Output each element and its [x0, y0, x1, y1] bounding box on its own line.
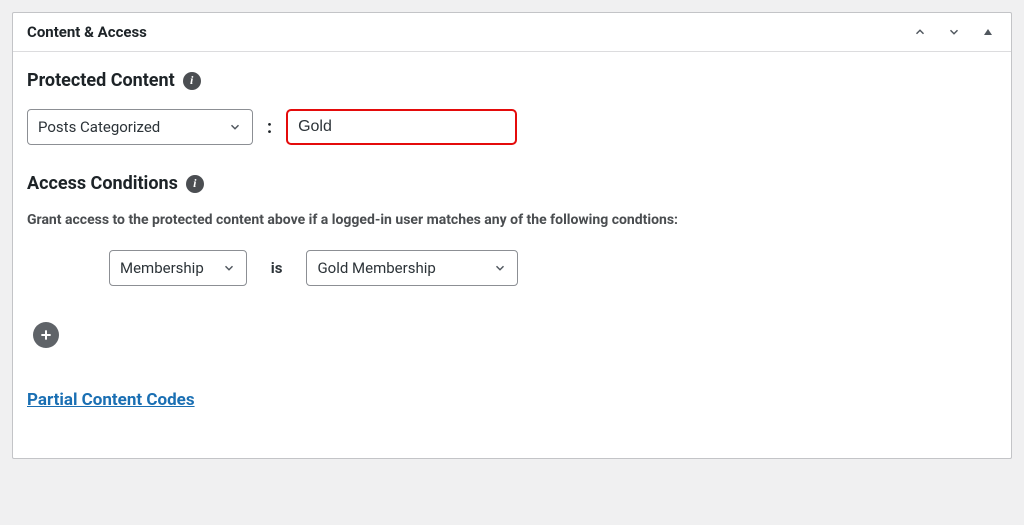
move-up-icon[interactable] [911, 23, 929, 41]
access-conditions-heading-text: Access Conditions [27, 173, 178, 194]
content-type-select-value: Posts Categorized [38, 118, 160, 136]
condition-operator: is [271, 259, 283, 277]
colon-separator: : [265, 117, 274, 138]
add-condition-button[interactable] [33, 322, 59, 348]
category-input[interactable] [286, 109, 517, 145]
content-type-select[interactable]: Posts Categorized [27, 109, 253, 145]
info-icon[interactable]: i [183, 72, 201, 90]
condition-field-value: Membership [120, 259, 204, 277]
condition-value-select[interactable]: Gold Membership [306, 250, 518, 286]
metabox-header-controls [911, 23, 997, 41]
protected-content-heading-text: Protected Content [27, 70, 175, 91]
content-access-metabox: Content & Access Protected Content i Pos… [12, 12, 1012, 459]
condition-value-text: Gold Membership [317, 259, 435, 277]
access-conditions-description: Grant access to the protected content ab… [27, 212, 997, 228]
chevron-down-icon [222, 261, 236, 275]
condition-field-select[interactable]: Membership [109, 250, 247, 286]
chevron-down-icon [493, 261, 507, 275]
metabox-header: Content & Access [13, 13, 1011, 52]
protected-content-row: Posts Categorized : [27, 109, 997, 145]
condition-row: Membership is Gold Membership [27, 250, 997, 286]
toggle-collapse-icon[interactable] [979, 23, 997, 41]
metabox-title: Content & Access [27, 23, 147, 41]
metabox-body: Protected Content i Posts Categorized : … [13, 52, 1011, 458]
chevron-down-icon [228, 120, 242, 134]
move-down-icon[interactable] [945, 23, 963, 41]
info-icon[interactable]: i [186, 175, 204, 193]
access-conditions-heading: Access Conditions i [27, 173, 997, 194]
protected-content-heading: Protected Content i [27, 70, 997, 91]
partial-content-codes-link[interactable]: Partial Content Codes [27, 390, 195, 410]
